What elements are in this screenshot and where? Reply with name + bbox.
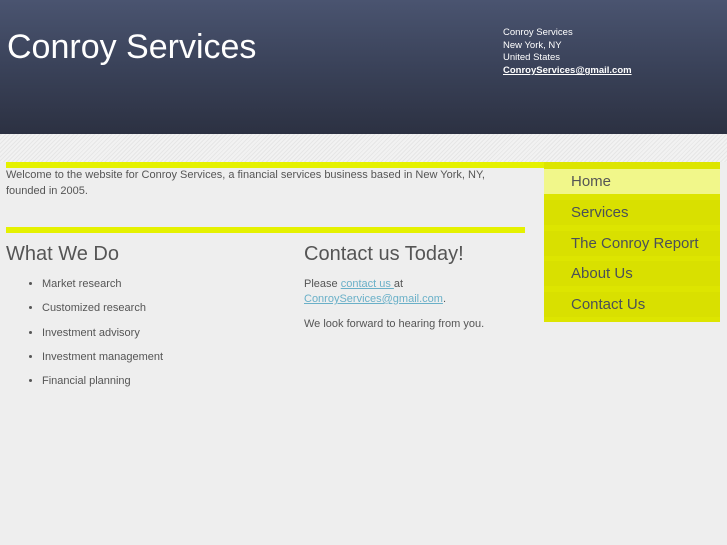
what-we-do-title: What We Do	[6, 243, 119, 265]
header-email-link[interactable]: ConroyServices@gmail.com	[503, 65, 632, 76]
list-item: Investment advisory	[42, 327, 163, 351]
contact-at-text: at	[393, 278, 404, 290]
list-item: Market research	[42, 278, 163, 302]
list-item: Financial planning	[42, 375, 163, 399]
section-divider-bar	[6, 227, 525, 233]
list-item: Customized research	[42, 302, 163, 326]
site-title: Conroy Services	[7, 28, 257, 66]
contact-country: United States	[503, 52, 561, 64]
nav-item-services[interactable]: Services	[544, 200, 720, 225]
list-item: Investment management	[42, 351, 163, 375]
contact-title: Contact us Today!	[304, 243, 464, 265]
contact-city: New York, NY	[503, 39, 562, 51]
contact-email-link[interactable]: ConroyServices@gmail.com	[304, 293, 443, 305]
header-contact-info: Conroy Services New York, NY United Stat…	[503, 27, 632, 78]
closing-text: We look forward to hearing from you.	[304, 318, 485, 330]
top-accent-bar-extension	[520, 162, 544, 168]
contact-us-link[interactable]: contact us	[341, 278, 394, 290]
intro-text: Welcome to the website for Conroy Servic…	[6, 169, 485, 197]
contact-company: Conroy Services	[503, 27, 573, 38]
services-list: Market research Customized research Inve…	[24, 278, 163, 399]
nav-item-about-us[interactable]: About Us	[544, 261, 720, 286]
site-header: Conroy Services Conroy Services New York…	[0, 0, 727, 134]
nav-item-conroy-report[interactable]: The Conroy Report	[544, 231, 720, 256]
nav-item-contact-us[interactable]: Contact Us	[544, 292, 720, 317]
main-nav: Home Services The Conroy Report About Us…	[544, 162, 720, 322]
contact-please-text: Please	[304, 278, 341, 290]
nav-item-home[interactable]: Home	[544, 169, 720, 194]
contact-paragraph: Please contact us at ConroyServices@gmail…	[304, 277, 446, 307]
contact-period: .	[442, 293, 446, 305]
